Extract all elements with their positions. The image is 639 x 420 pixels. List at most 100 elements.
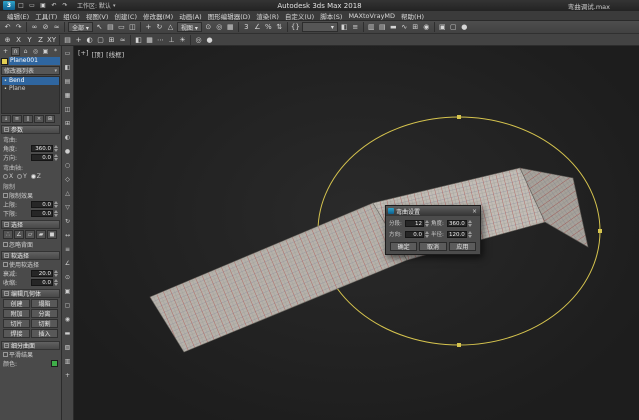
toolbar-separator[interactable] — [59, 35, 60, 45]
shading-icon[interactable]: ◐ — [63, 132, 73, 142]
isolate-selection-icon[interactable]: ◎ — [193, 34, 204, 45]
upper-limit-field[interactable]: 0.0 — [31, 201, 53, 208]
axis-x-icon[interactable]: X — [13, 34, 24, 45]
remove-modifier-icon[interactable]: × — [34, 115, 44, 123]
scene-explorer-icon[interactable]: ▥ — [366, 22, 377, 33]
menu-item[interactable]: 编辑(E) — [4, 11, 32, 21]
align-icon[interactable]: ≡ — [350, 22, 361, 33]
maximize-viewport-icon[interactable]: ◧ — [63, 62, 73, 72]
bind-spacewarp-icon[interactable]: ≈ — [51, 22, 62, 33]
tab-utilities[interactable]: * — [51, 47, 60, 56]
space-warps-icon[interactable]: ≈ — [117, 34, 128, 45]
cancel-button[interactable]: 取消 — [419, 242, 446, 251]
viewport-general-menu[interactable]: [+] — [78, 49, 89, 59]
smooth-result-checkbox[interactable]: 平滑结果 — [3, 350, 33, 359]
unlink-icon[interactable]: ⊘ — [40, 22, 51, 33]
apply-button[interactable]: 应用 — [449, 242, 476, 251]
dialog-field-value[interactable]: 360.0 — [447, 220, 467, 227]
spinner-arrows[interactable] — [54, 145, 58, 152]
light-select-icon[interactable]: ▬ — [63, 328, 73, 338]
redo-icon[interactable]: ↷ — [13, 22, 24, 33]
tab-display[interactable]: ▣ — [41, 47, 50, 56]
configure-modifier-icon[interactable]: ⊞ — [45, 115, 55, 123]
menu-item[interactable]: 图形编辑器(D) — [205, 11, 254, 21]
snap-toggle-icon[interactable]: 3 — [241, 22, 252, 33]
spinner-arrows[interactable] — [54, 154, 58, 161]
isolate-icon[interactable]: ◇ — [63, 174, 73, 184]
axis-y-icon[interactable]: Y — [24, 34, 35, 45]
axis-x-radio[interactable]: X — [3, 173, 13, 180]
zoom-extents-icon[interactable]: ⊞ — [63, 118, 73, 128]
rollout-parameters[interactable]: −参数 — [1, 125, 60, 134]
make-unique-icon[interactable]: ∥ — [23, 115, 33, 123]
select-place-icon[interactable]: ⊕ — [2, 34, 13, 45]
spline-vertex-handle[interactable] — [598, 229, 602, 233]
zoom-icon[interactable]: ▦ — [63, 90, 73, 100]
select-manipulate-icon[interactable]: ◎ — [214, 22, 225, 33]
menu-item[interactable]: 工具(T) — [32, 11, 60, 21]
border-mode-icon[interactable]: ▱ — [25, 230, 35, 239]
axis-plane-icon[interactable]: XY — [46, 34, 57, 45]
xview-icon[interactable]: △ — [63, 188, 73, 198]
toolbar-separator[interactable] — [238, 22, 239, 32]
spinner-snap-icon[interactable]: ⇅ — [274, 22, 285, 33]
open-file-icon[interactable]: ▭ — [27, 1, 37, 10]
dialog-titlebar[interactable]: 弯曲设置 × — [386, 206, 480, 216]
axis-z-radio[interactable]: Z — [31, 173, 41, 180]
spinner-arrows[interactable] — [54, 210, 58, 217]
layout-b-icon[interactable]: ∠ — [63, 258, 73, 268]
create-layer-icon[interactable]: + — [73, 34, 84, 45]
element-mode-icon[interactable]: ◼ — [47, 230, 57, 239]
menu-item[interactable]: 修改器(M) — [140, 11, 176, 21]
mirror-tool-icon[interactable]: ◧ — [133, 34, 144, 45]
selection-filter-dropdown[interactable]: 全部 ▾ — [68, 22, 93, 32]
toolbar-separator[interactable] — [140, 22, 141, 32]
edged-faces-icon[interactable]: ○ — [63, 160, 73, 170]
wireframe-icon[interactable]: ● — [63, 146, 73, 156]
undo-icon[interactable]: ↶ — [2, 22, 13, 33]
rollout-soft-selection[interactable]: −软选择 — [1, 251, 60, 260]
layers-icon[interactable]: ▤ — [62, 34, 73, 45]
use-soft-selection-checkbox[interactable]: 使用软选择 — [3, 260, 39, 269]
menu-item[interactable]: 创建(C) — [111, 11, 140, 21]
add-layout-icon[interactable]: + — [63, 370, 73, 380]
top-view-icon[interactable]: ▧ — [63, 342, 73, 352]
dialog-field-value[interactable]: 0.0 — [405, 231, 424, 238]
spacing-tool-icon[interactable]: ⋯ — [155, 34, 166, 45]
keyboard-override-icon[interactable]: ▦ — [225, 22, 236, 33]
menu-item[interactable]: 帮助(H) — [398, 11, 427, 21]
polygon-mode-icon[interactable]: ▰ — [36, 230, 46, 239]
named-sets-edit-icon[interactable]: {} — [290, 22, 301, 33]
angle-snap-icon[interactable]: ∠ — [252, 22, 263, 33]
helpers-icon[interactable]: ⊞ — [106, 34, 117, 45]
select-move-icon[interactable]: + — [143, 22, 154, 33]
walk-through-icon[interactable]: ↔ — [63, 230, 73, 240]
visibility-bulb-icon[interactable]: • — [4, 77, 7, 85]
vertex-mode-icon[interactable]: ∴ — [3, 230, 13, 239]
menu-item[interactable]: 脚本(S) — [317, 11, 345, 21]
workspace-dropdown[interactable]: 工作区: 默认▾ — [75, 1, 117, 10]
edit-geometry-button[interactable]: 分离 — [31, 309, 58, 318]
pan-view-icon[interactable]: ▤ — [63, 76, 73, 86]
pin-stack-icon[interactable]: ↓ — [1, 115, 11, 123]
object-color-swatch[interactable] — [1, 58, 8, 65]
front-view-icon[interactable]: ▥ — [63, 356, 73, 366]
camera-view-icon[interactable]: ▢ — [95, 34, 106, 45]
material-editor-icon[interactable]: ◉ — [421, 22, 432, 33]
tab-hierarchy[interactable]: ⌂ — [21, 47, 30, 56]
render-setup-icon[interactable]: ▣ — [437, 22, 448, 33]
angle-field[interactable]: 360.0 — [31, 145, 53, 152]
edit-geometry-button[interactable]: 附加 — [3, 309, 30, 318]
menu-item[interactable]: MAXtoVrayMD — [345, 12, 398, 20]
select-rotate-icon[interactable]: ↻ — [154, 22, 165, 33]
toolbar-separator[interactable] — [287, 22, 288, 32]
layout-a-icon[interactable]: ≡ — [63, 244, 73, 254]
schematic-view-icon[interactable]: ⊞ — [410, 22, 421, 33]
ribbon-toggle-icon[interactable]: ▬ — [388, 22, 399, 33]
spinner-arrows[interactable] — [54, 279, 58, 286]
edit-geometry-button[interactable]: 塌陷 — [31, 299, 58, 308]
dialog-field-value[interactable]: 12 — [405, 220, 424, 227]
ignore-backfacing-checkbox[interactable]: 忽略背面 — [3, 240, 33, 249]
pinch-field[interactable]: 0.0 — [31, 279, 53, 286]
clip-icon[interactable]: ▽ — [63, 202, 73, 212]
